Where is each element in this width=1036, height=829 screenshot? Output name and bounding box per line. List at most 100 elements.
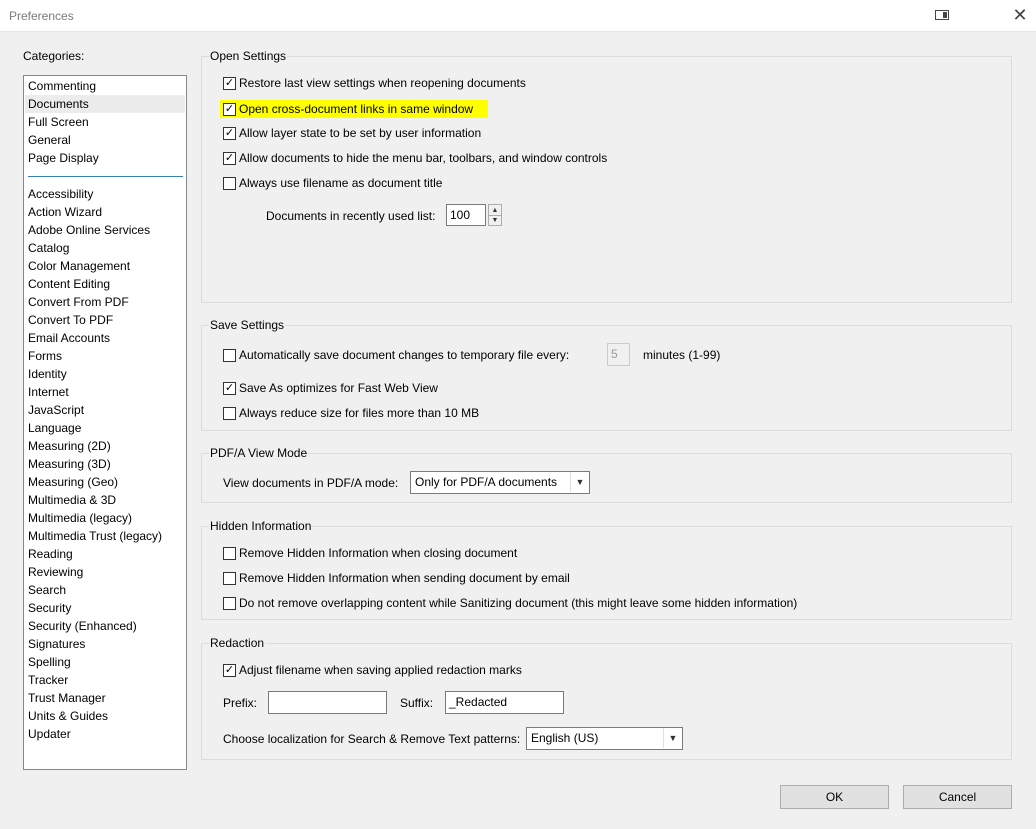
fast-web-view-label: Save As optimizes for Fast Web View (239, 381, 438, 395)
overlap-content-setting[interactable]: Do not remove overlapping content while … (223, 596, 797, 610)
category-multimedia-trust-legacy[interactable]: Multimedia Trust (legacy) (28, 527, 162, 545)
category-documents[interactable]: Documents (25, 95, 185, 113)
save-settings-title: Save Settings (209, 318, 286, 332)
hide-menubar-setting[interactable]: ✓ Allow documents to hide the menu bar, … (223, 151, 607, 165)
suffix-label: Suffix: (400, 696, 434, 710)
chevron-down-icon: ▼ (570, 472, 589, 492)
ok-button[interactable]: OK (780, 785, 889, 809)
pdfa-title: PDF/A View Mode (209, 446, 309, 460)
restore-view-checkbox[interactable]: ✓ (223, 76, 236, 90)
categories-label: Categories: (23, 49, 85, 63)
category-measuring-2d[interactable]: Measuring (2D) (28, 437, 111, 455)
localization-label: Choose localization for Search & Remove … (223, 732, 521, 746)
autosave-unit-label: minutes (1-99) (643, 348, 721, 362)
category-adobe-online-services[interactable]: Adobe Online Services (28, 221, 150, 239)
snap-icon (935, 10, 949, 20)
category-separator (28, 176, 183, 177)
pdfa-mode-label: View documents in PDF/A mode: (223, 476, 399, 490)
hide-menubar-checkbox[interactable]: ✓ (223, 151, 236, 165)
category-identity[interactable]: Identity (28, 365, 67, 383)
reduce-size-checkbox[interactable] (223, 406, 236, 420)
adjust-filename-setting[interactable]: ✓ Adjust filename when saving applied re… (223, 663, 522, 677)
recent-list-label: Documents in recently used list: (266, 209, 436, 223)
category-tracker[interactable]: Tracker (28, 671, 68, 689)
reduce-size-label: Always reduce size for files more than 1… (239, 406, 480, 420)
category-javascript[interactable]: JavaScript (28, 401, 84, 419)
category-signatures[interactable]: Signatures (28, 635, 85, 653)
highlight-marker: ✓ Open cross-document links in same wind… (220, 100, 489, 118)
category-units-guides[interactable]: Units & Guides (28, 707, 108, 725)
layer-state-checkbox[interactable]: ✓ (223, 126, 236, 140)
category-multimedia-legacy[interactable]: Multimedia (legacy) (28, 509, 132, 527)
filename-title-checkbox[interactable] (223, 176, 236, 190)
category-updater[interactable]: Updater (28, 725, 71, 743)
spin-up-icon[interactable]: ▲ (489, 205, 501, 215)
category-email-accounts[interactable]: Email Accounts (28, 329, 110, 347)
close-icon: ✕ (1012, 4, 1028, 25)
chevron-down-icon: ▼ (663, 728, 682, 748)
category-convert-from-pdf[interactable]: Convert From PDF (28, 293, 129, 311)
recent-list-spinner[interactable]: ▲ ▼ (488, 204, 502, 226)
prefix-input[interactable] (268, 691, 387, 714)
category-reviewing[interactable]: Reviewing (28, 563, 83, 581)
pdfa-mode-select[interactable]: Only for PDF/A documents ▼ (410, 471, 590, 494)
redaction-title: Redaction (209, 636, 266, 650)
category-measuring-3d[interactable]: Measuring (3D) (28, 455, 111, 473)
remove-hidden-email-setting[interactable]: Remove Hidden Information when sending d… (223, 571, 570, 585)
prefix-label: Prefix: (223, 696, 258, 710)
overlap-content-label: Do not remove overlapping content while … (239, 596, 798, 610)
category-reading[interactable]: Reading (28, 545, 73, 563)
autosave-checkbox[interactable] (223, 348, 236, 362)
category-convert-to-pdf[interactable]: Convert To PDF (28, 311, 113, 329)
filename-title-setting[interactable]: Always use filename as document title (223, 176, 442, 190)
overlap-content-checkbox[interactable] (223, 596, 236, 610)
category-catalog[interactable]: Catalog (28, 239, 69, 257)
category-color-management[interactable]: Color Management (28, 257, 130, 275)
category-language[interactable]: Language (28, 419, 81, 437)
category-full-screen[interactable]: Full Screen (28, 113, 89, 131)
autosave-setting[interactable]: Automatically save document changes to t… (223, 348, 569, 362)
remove-hidden-email-checkbox[interactable] (223, 571, 236, 585)
localization-select[interactable]: English (US) ▼ (526, 727, 683, 750)
fast-web-view-checkbox[interactable]: ✓ (223, 381, 236, 395)
cancel-button[interactable]: Cancel (903, 785, 1012, 809)
category-measuring-geo[interactable]: Measuring (Geo) (28, 473, 118, 491)
close-button[interactable]: ✕ (1006, 4, 1034, 26)
hide-menubar-label: Allow documents to hide the menu bar, to… (239, 151, 608, 165)
category-content-editing[interactable]: Content Editing (28, 275, 110, 293)
category-internet[interactable]: Internet (28, 383, 69, 401)
category-action-wizard[interactable]: Action Wizard (28, 203, 102, 221)
spin-down-icon[interactable]: ▼ (489, 215, 501, 225)
category-trust-manager[interactable]: Trust Manager (28, 689, 106, 707)
remove-hidden-closing-setting[interactable]: Remove Hidden Information when closing d… (223, 546, 517, 560)
layer-state-setting[interactable]: ✓ Allow layer state to be set by user in… (223, 126, 481, 140)
layer-state-label: Allow layer state to be set by user info… (239, 126, 482, 140)
autosave-label: Automatically save document changes to t… (239, 348, 570, 362)
title-bar: Preferences ✕ (0, 0, 1036, 32)
reduce-size-setting[interactable]: Always reduce size for files more than 1… (223, 406, 479, 420)
restore-view-setting[interactable]: ✓ Restore last view settings when reopen… (223, 76, 526, 90)
recent-list-input[interactable]: 100 (446, 204, 486, 226)
filename-title-label: Always use filename as document title (239, 176, 443, 190)
hidden-info-title: Hidden Information (209, 519, 313, 533)
remove-hidden-closing-checkbox[interactable] (223, 546, 236, 560)
categories-list[interactable]: Commenting Documents Full Screen General… (23, 75, 187, 770)
suffix-input[interactable]: _Redacted (445, 691, 564, 714)
fast-web-view-setting[interactable]: ✓ Save As optimizes for Fast Web View (223, 381, 438, 395)
cross-doc-links-label: Open cross-document links in same window (239, 102, 474, 116)
category-forms[interactable]: Forms (28, 347, 62, 365)
category-security-enhanced[interactable]: Security (Enhanced) (28, 617, 137, 635)
cross-doc-links-checkbox[interactable]: ✓ (223, 102, 236, 116)
category-security[interactable]: Security (28, 599, 71, 617)
category-multimedia-3d[interactable]: Multimedia & 3D (28, 491, 116, 509)
cross-doc-links-setting[interactable]: ✓ Open cross-document links in same wind… (220, 100, 489, 118)
category-search[interactable]: Search (28, 581, 66, 599)
autosave-minutes-input[interactable]: 5 (607, 343, 630, 366)
category-page-display[interactable]: Page Display (28, 149, 99, 167)
category-general[interactable]: General (28, 131, 71, 149)
adjust-filename-checkbox[interactable]: ✓ (223, 663, 236, 677)
category-accessibility[interactable]: Accessibility (28, 185, 93, 203)
snap-layout-button[interactable] (928, 4, 956, 26)
category-commenting[interactable]: Commenting (28, 77, 96, 95)
category-spelling[interactable]: Spelling (28, 653, 71, 671)
